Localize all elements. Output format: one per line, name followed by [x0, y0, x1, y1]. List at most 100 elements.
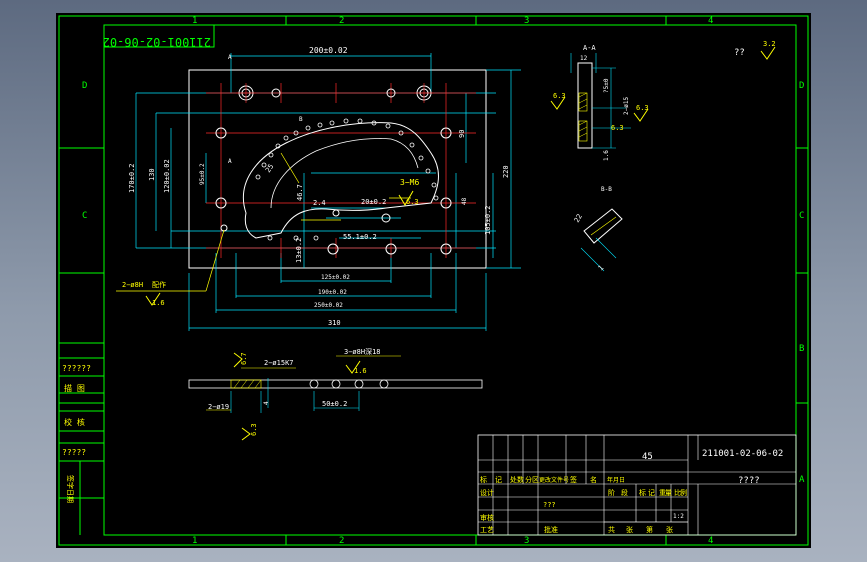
bb-dim-a: 22 [573, 213, 584, 224]
drawing-number-rotated: 211001-02-06-02 [103, 35, 211, 49]
tb-drawing-number: 211001-02-06-02 [702, 449, 783, 459]
dim-h170: 170±0.2 [128, 163, 136, 193]
left-block-1: 描 图 [64, 383, 85, 393]
roughness-general: 3.2 [763, 40, 776, 48]
dim-d55: 55.1±0.2 [343, 233, 377, 241]
tb-material: 45 [642, 452, 653, 462]
section-mark-a2: A [228, 158, 232, 165]
tb-row-label-5: 签 [570, 475, 577, 484]
dim-h13: 13±0.2 [295, 238, 303, 263]
left-block-2: 校 核 [64, 417, 85, 427]
dim-d20: 20±0.2 [361, 198, 386, 206]
zone-left-d: D [82, 81, 87, 91]
dim-w250: 250±0.02 [314, 302, 343, 309]
bv-h4: 4 [263, 401, 270, 405]
dim-top-width: 200±0.02 [309, 46, 348, 55]
plate-outline [188, 69, 487, 269]
tb-approve: 批准 [544, 525, 558, 534]
tb-row-label-4: 更改文件号 [539, 476, 569, 484]
aa-dim-h3: 1.6 [603, 150, 610, 161]
aa-dim-h1: 12 [580, 55, 588, 62]
bv-hole15: 2−ø15K7 [264, 359, 294, 367]
aa-dim-v1: 2−ø15 [623, 97, 630, 115]
bv-d50: 50±0.2 [322, 400, 347, 408]
note-m6: 3−M6 [400, 178, 419, 187]
section-aa: A-A 2−ø15 ?5±0 12 6.3 6.3 6.3 1.6 [550, 44, 649, 161]
dim-w125: 125±0.02 [321, 274, 350, 281]
tb-part-name: ???? [738, 476, 760, 486]
zone-right-c: C [799, 211, 804, 221]
zone-bottom-1: 1 [192, 536, 197, 546]
dim-h95: 95±0.2 [199, 163, 206, 185]
bv-r16: 1.6 [354, 367, 367, 375]
title-block: 45 211001-02-06-02 ???? 标 记 处数 分区 更改文件号 … [477, 434, 797, 536]
bottom-view: 2−ø15K7 3−ø8H深18 50±0.2 2−ø19 4 6.7 1.6 … [188, 347, 483, 441]
zone-right-b: B [799, 344, 804, 354]
aa-dim-v4: 6.3 [611, 124, 624, 132]
dim-h105: 105±0.2 [484, 205, 492, 235]
section-aa-hatch2 [578, 120, 588, 142]
outer-frame [58, 15, 809, 546]
note-holes: 2−ø8H [122, 281, 143, 289]
aa-dim-h2: ?5±0 [603, 78, 610, 93]
tb-stage-0: 阶 [608, 488, 615, 497]
zone-bottom-3: 3 [524, 536, 529, 546]
section-aa-body [577, 62, 593, 149]
dim-w310: 310 [328, 319, 341, 327]
dim-h220: 220 [502, 165, 510, 178]
tb-sheet-0: 共 [608, 525, 615, 534]
bb-dim-b: 1 [597, 264, 606, 273]
tb-stage-7: 例 [680, 488, 687, 497]
left-block-0: ?????? [62, 364, 91, 373]
tb-sheet-3: 张 [666, 525, 673, 534]
zone-left-c: C [82, 211, 87, 221]
zone-top-3: 3 [524, 16, 529, 26]
tb-row-label-0: 标 [480, 475, 487, 484]
zone-bottom-4: 4 [708, 536, 713, 546]
section-bb: B-B 22 1 [573, 186, 623, 273]
inner-frame [103, 24, 797, 536]
bv-hole8: 3−ø8H深18 [344, 347, 381, 356]
cad-drawing: 1 2 3 4 1 2 3 4 D C D C B A 211001-02-06… [58, 15, 809, 546]
tb-scale: 1:2 [673, 513, 684, 520]
zone-top-4: 4 [708, 16, 713, 26]
tb-stage-1: 段 [621, 488, 628, 497]
section-mark-a1: A [228, 54, 232, 61]
tb-stage-5: 量 [665, 489, 672, 497]
tb-row-label-1: 记 [495, 476, 502, 484]
tb-row-label-2: 处数 [510, 475, 524, 484]
note-holes-tail: 配作 [152, 280, 166, 289]
bv-rough-3 [241, 427, 251, 441]
tb-mid-2: 工艺 [480, 526, 494, 534]
left-block-3: ????? [62, 448, 86, 457]
bv-d19: 2−ø19 [208, 403, 229, 411]
section-bb-label: B-B [601, 186, 612, 193]
roughness-note: ?? [734, 48, 745, 58]
dim-w190: 190±0.02 [318, 289, 347, 296]
roughness-general-symbol [760, 46, 776, 60]
zone-right-d: D [799, 81, 804, 91]
drawing-sheet: 1 2 3 4 1 2 3 4 D C D C B A 211001-02-06… [56, 13, 811, 548]
tb-stage-2: 标 [639, 488, 646, 497]
tb-sheet-1: 张 [626, 525, 633, 534]
dim-d24: 2.4 [313, 199, 326, 207]
tb-mid-1: 审核 [480, 513, 494, 522]
tb-sheet-2: 第 [646, 525, 653, 534]
tb-row-label-7: 年月日 [607, 476, 625, 484]
dim-h130: 130 [148, 168, 156, 181]
tb-stage-3: 记 [648, 489, 655, 497]
dim-d46: 46.7 [296, 184, 304, 201]
tb-mid-0: 设计 [480, 488, 494, 497]
dim-h90: 90 [458, 130, 466, 138]
tb-mid-text: ??? [543, 501, 556, 509]
zone-bottom-2: 2 [339, 536, 344, 546]
section-aa-label: A-A [583, 44, 596, 52]
top-view: 200±0.02 310 250±0.02 190±0.02 125±0.02 … [116, 46, 521, 331]
tb-row-label-3: 分区 [525, 475, 539, 484]
section-mark-b: B [299, 116, 303, 123]
left-block-4: 签字日期 [66, 475, 75, 503]
strip-outline [188, 379, 483, 389]
bv-r63: 6.3 [250, 423, 258, 436]
zone-top-2: 2 [339, 16, 344, 26]
dim-h48: 48 [461, 197, 468, 205]
